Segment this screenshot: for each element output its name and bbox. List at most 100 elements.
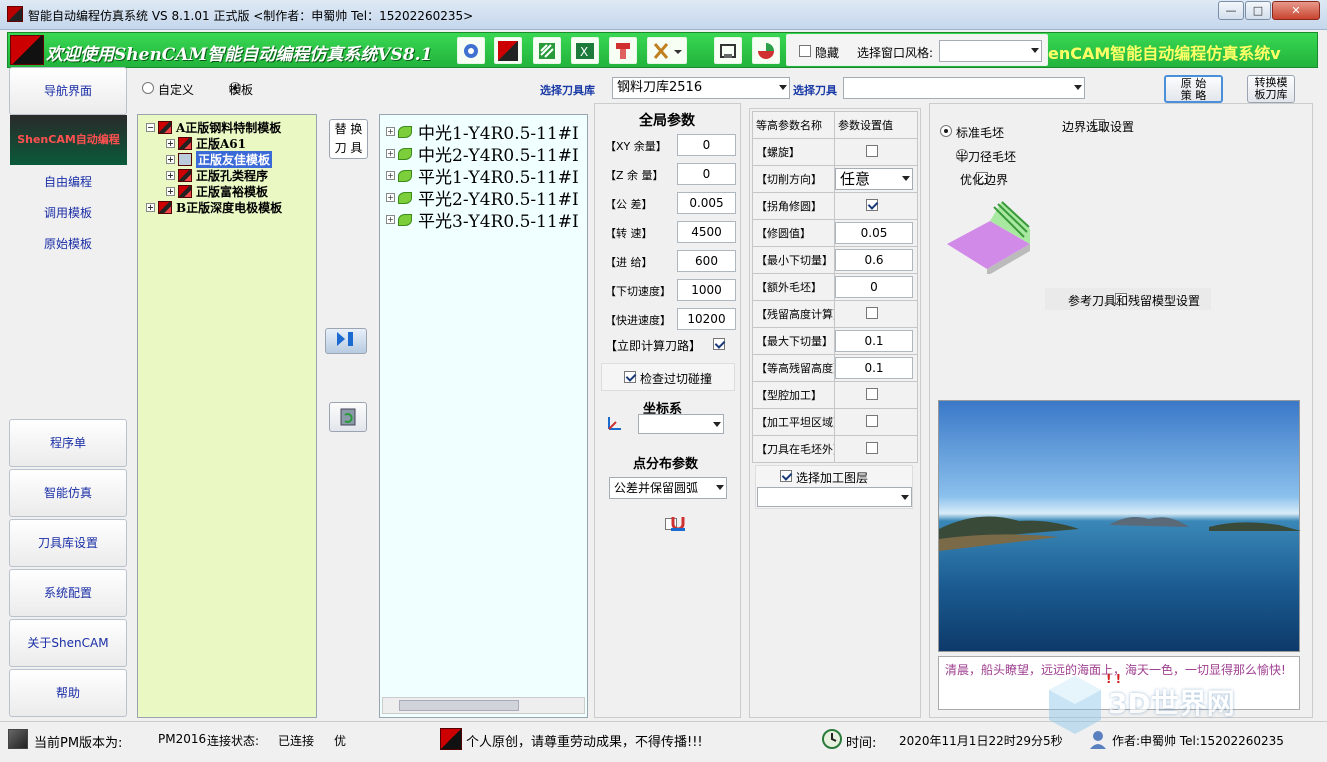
select-layer-checkbox[interactable] bbox=[780, 470, 792, 482]
window-style-select[interactable] bbox=[939, 40, 1042, 62]
tree-node[interactable]: + 正版A61 bbox=[166, 135, 246, 152]
expand-toggle-icon[interactable]: + bbox=[386, 149, 395, 158]
expand-toggle-icon[interactable]: + bbox=[386, 193, 395, 202]
zlevel-checkbox[interactable] bbox=[866, 198, 878, 211]
zlevel-param-name: 【等高残留高度】 bbox=[752, 354, 835, 382]
expand-toggle-icon[interactable]: + bbox=[166, 171, 175, 180]
points-title: 点分布参数 bbox=[633, 457, 699, 472]
toolpath-leaf-icon bbox=[398, 125, 412, 138]
close-button[interactable]: ✕ bbox=[1272, 1, 1320, 20]
calc-now-checkbox[interactable] bbox=[713, 338, 725, 350]
global-param-input[interactable]: 0.005 bbox=[677, 192, 736, 214]
zlevel-checkbox[interactable] bbox=[866, 144, 878, 157]
zlevel-param-value[interactable]: 0.1 bbox=[834, 354, 918, 382]
global-param-input[interactable]: 0 bbox=[677, 134, 736, 156]
tool-holder-icon[interactable] bbox=[609, 37, 637, 64]
nav-tool-library-button[interactable]: 刀具库设置 bbox=[9, 519, 127, 567]
global-param-input[interactable]: 0 bbox=[677, 163, 736, 185]
expand-toggle-icon[interactable]: + bbox=[146, 203, 155, 212]
nav-free-programming[interactable]: 自由编程 bbox=[9, 173, 127, 190]
switch-template-lib-button[interactable]: 转换模 板刀库 bbox=[1247, 75, 1295, 103]
template-folder-icon bbox=[178, 169, 192, 182]
tool-library-select[interactable]: 钢料刀库2516 bbox=[612, 77, 790, 99]
zlevel-param-value[interactable]: 0.05 bbox=[834, 219, 918, 247]
zlevel-param-name: 【拐角修圆】 bbox=[752, 192, 835, 220]
zlevel-params-panel: 等高参数名称 参数设置值 【螺旋】 【切削方向】 任意 【拐角修圆】 【修圆值】 0.05 【… bbox=[749, 108, 921, 718]
tool-select[interactable] bbox=[843, 77, 1085, 99]
nav-use-template[interactable]: 调用模板 bbox=[9, 204, 127, 221]
expand-toggle-icon[interactable]: + bbox=[386, 215, 395, 224]
global-param-input[interactable]: 1000 bbox=[677, 279, 736, 301]
global-param-input[interactable]: 10200 bbox=[677, 308, 736, 330]
chart-icon[interactable] bbox=[752, 37, 780, 64]
layer-select[interactable] bbox=[757, 487, 912, 507]
nav-program-sheet-button[interactable]: 程序单 bbox=[9, 419, 127, 467]
cam-logo-icon[interactable] bbox=[494, 37, 522, 64]
zlevel-input[interactable]: 0.05 bbox=[835, 222, 913, 244]
zlevel-param-value[interactable]: 0.1 bbox=[834, 327, 918, 355]
zlevel-param-value[interactable]: 任意 bbox=[834, 165, 918, 193]
machine-icon[interactable] bbox=[714, 37, 742, 64]
global-param-input[interactable]: 600 bbox=[677, 250, 736, 272]
toolpath-icon[interactable] bbox=[533, 37, 561, 64]
nav-home-button[interactable]: 导航界面 bbox=[9, 67, 127, 115]
nav-about-button[interactable]: 关于ShenCAM bbox=[9, 619, 127, 667]
point-distribution-select[interactable]: 公差并保留圆弧 bbox=[609, 477, 727, 499]
tree-node[interactable]: + 正版富裕模板 bbox=[166, 183, 268, 200]
global-param-input[interactable]: 4500 bbox=[677, 221, 736, 243]
expand-toggle-icon[interactable]: + bbox=[166, 139, 175, 148]
coordinate-select[interactable] bbox=[638, 414, 724, 434]
zlevel-param-name: 【额外毛坯】 bbox=[752, 273, 835, 301]
zlevel-checkbox[interactable] bbox=[866, 387, 878, 400]
custom-radio[interactable] bbox=[142, 82, 154, 94]
replace-tool-button[interactable]: 替 换 刀 具 bbox=[329, 119, 368, 159]
zlevel-input[interactable]: 0 bbox=[835, 276, 913, 298]
expand-toggle-icon[interactable]: + bbox=[166, 187, 175, 196]
maximize-button[interactable]: □ bbox=[1245, 1, 1271, 20]
zlevel-checkbox[interactable] bbox=[866, 306, 878, 319]
recycle-bin-icon[interactable] bbox=[329, 402, 367, 432]
zlevel-input[interactable]: 0.6 bbox=[835, 249, 913, 271]
expand-toggle-icon[interactable]: − bbox=[146, 123, 155, 132]
operation-item[interactable]: + 平光3-Y4R0.5-11#I bbox=[386, 207, 579, 232]
tree-node[interactable]: + 正版友佳模板 bbox=[166, 151, 273, 168]
zlevel-checkbox[interactable] bbox=[866, 414, 878, 427]
expand-toggle-icon[interactable]: + bbox=[166, 155, 175, 164]
zlevel-param-name: 【刀具在毛坯外】 bbox=[752, 435, 835, 463]
standard-stock-radio[interactable] bbox=[940, 125, 952, 137]
nav-simulation-button[interactable]: 智能仿真 bbox=[9, 469, 127, 517]
tree-node[interactable]: − A正版钢料特制模板 bbox=[146, 119, 281, 136]
nav-system-config-button[interactable]: 系统配置 bbox=[9, 569, 127, 617]
original-strategy-button[interactable]: 原 始 策 略 bbox=[1164, 75, 1223, 103]
template-folder-icon bbox=[158, 121, 172, 134]
pm-icon bbox=[8, 729, 28, 749]
zlevel-param-value[interactable] bbox=[834, 300, 918, 328]
zlevel-param-value[interactable] bbox=[834, 435, 918, 463]
nav-help-button[interactable]: 帮助 bbox=[9, 669, 127, 717]
horizontal-scrollbar[interactable] bbox=[382, 697, 585, 714]
expand-toggle-icon[interactable]: + bbox=[386, 171, 395, 180]
excel-icon[interactable]: X bbox=[571, 37, 599, 64]
minimize-button[interactable]: — bbox=[1218, 1, 1244, 20]
hide-checkbox[interactable] bbox=[799, 45, 811, 57]
zlevel-input[interactable]: 0.1 bbox=[835, 330, 913, 352]
expand-toggle-icon[interactable]: + bbox=[386, 127, 395, 136]
tree-node[interactable]: + B正版深度电极模板 bbox=[146, 199, 282, 216]
cut-direction-select[interactable]: 任意 bbox=[835, 168, 913, 190]
zlevel-param-value[interactable]: 0 bbox=[834, 273, 918, 301]
tree-node-label: 正版A61 bbox=[196, 137, 247, 151]
nav-original-template[interactable]: 原始模板 bbox=[9, 235, 127, 252]
settings-gear-icon[interactable] bbox=[457, 37, 485, 64]
zlevel-checkbox[interactable] bbox=[866, 441, 878, 454]
zlevel-param-value[interactable] bbox=[834, 408, 918, 436]
add-to-list-button[interactable] bbox=[325, 328, 367, 354]
tools-dropdown-icon[interactable] bbox=[647, 37, 687, 64]
zlevel-input[interactable]: 0.1 bbox=[835, 357, 913, 379]
zlevel-param-value[interactable] bbox=[834, 381, 918, 409]
zlevel-param-value[interactable]: 0.6 bbox=[834, 246, 918, 274]
check-collision-checkbox[interactable] bbox=[624, 371, 636, 383]
watermark-cube-icon bbox=[1045, 672, 1105, 738]
zlevel-param-value[interactable] bbox=[834, 138, 918, 166]
tree-node[interactable]: + 正版孔类程序 bbox=[166, 167, 268, 184]
zlevel-param-value[interactable] bbox=[834, 192, 918, 220]
